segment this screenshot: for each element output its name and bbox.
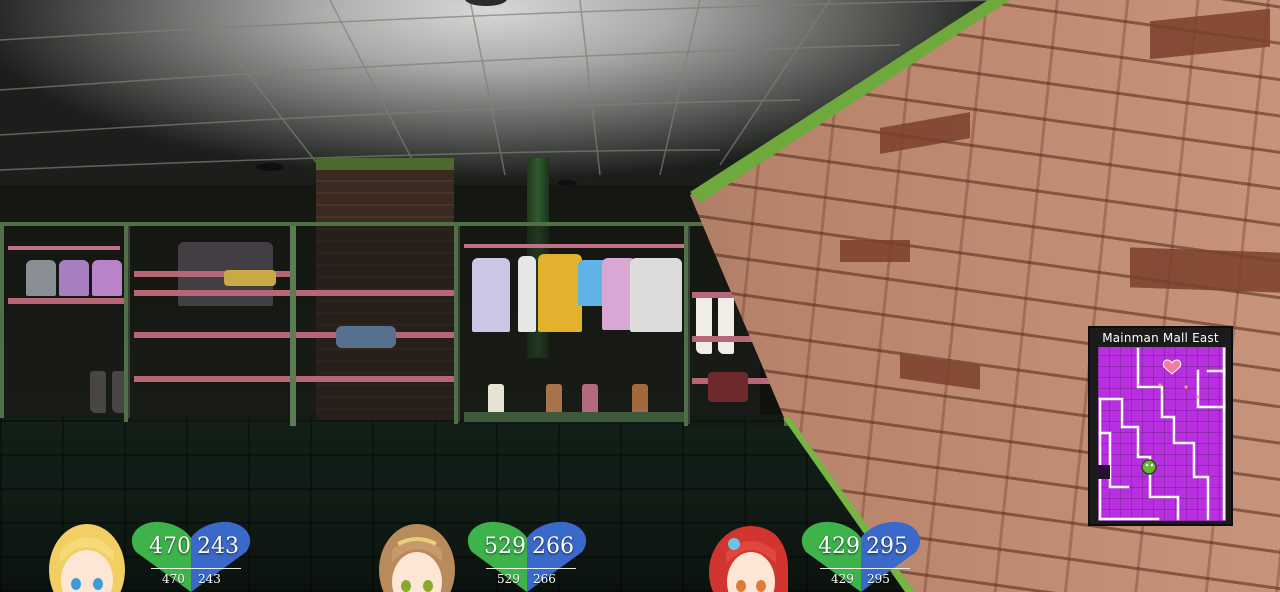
mp-value: 295 bbox=[866, 534, 908, 559]
redhead-girl-portrait-icon bbox=[706, 522, 788, 592]
party-member-2[interactable]: 529 266 529 266 bbox=[376, 518, 592, 592]
stat-divider bbox=[820, 568, 910, 569]
dark-brick bbox=[1130, 247, 1280, 293]
hp-max-value: 529 bbox=[497, 572, 520, 586]
hp-value: 429 bbox=[818, 534, 860, 559]
heart-marker-icon bbox=[1162, 359, 1182, 375]
clothing-rack-right bbox=[454, 222, 690, 424]
minimap-grid bbox=[1098, 347, 1226, 521]
mp-value: 243 bbox=[197, 534, 239, 559]
hp-max-value: 470 bbox=[162, 572, 185, 586]
dark-brick bbox=[840, 240, 910, 262]
vest-yellow bbox=[538, 254, 582, 332]
hp-value: 470 bbox=[149, 534, 191, 559]
shirt-white bbox=[518, 256, 536, 332]
mp-value: 266 bbox=[532, 534, 574, 559]
minimap-location-name: Mainman Mall East bbox=[1102, 331, 1219, 345]
minimap-walls bbox=[1098, 347, 1226, 521]
brunette-girl-portrait-icon bbox=[376, 522, 458, 592]
party-member-1[interactable]: 470 243 470 243 bbox=[42, 518, 258, 592]
party-member-3[interactable]: 429 295 429 295 bbox=[709, 518, 926, 592]
stat-divider bbox=[151, 568, 241, 569]
hp-max-value: 429 bbox=[831, 572, 854, 586]
stat-divider bbox=[486, 568, 576, 569]
cardigan-white bbox=[630, 258, 682, 332]
mp-max-value: 295 bbox=[867, 572, 890, 586]
hp-value: 529 bbox=[484, 534, 526, 559]
blonde-girl-portrait-icon bbox=[46, 522, 128, 592]
mp-max-value: 266 bbox=[533, 572, 556, 586]
clothing-rack-left bbox=[0, 222, 130, 418]
mp-max-value: 243 bbox=[198, 572, 221, 586]
shoe-shelf-center bbox=[124, 222, 460, 426]
game-viewport[interactable]: Mainman Mall East 470 243 470 243 529 26… bbox=[0, 0, 1280, 592]
shirt-lavender bbox=[472, 258, 510, 332]
player-position-icon bbox=[1141, 459, 1157, 475]
minimap[interactable]: Mainman Mall East bbox=[1088, 326, 1233, 526]
